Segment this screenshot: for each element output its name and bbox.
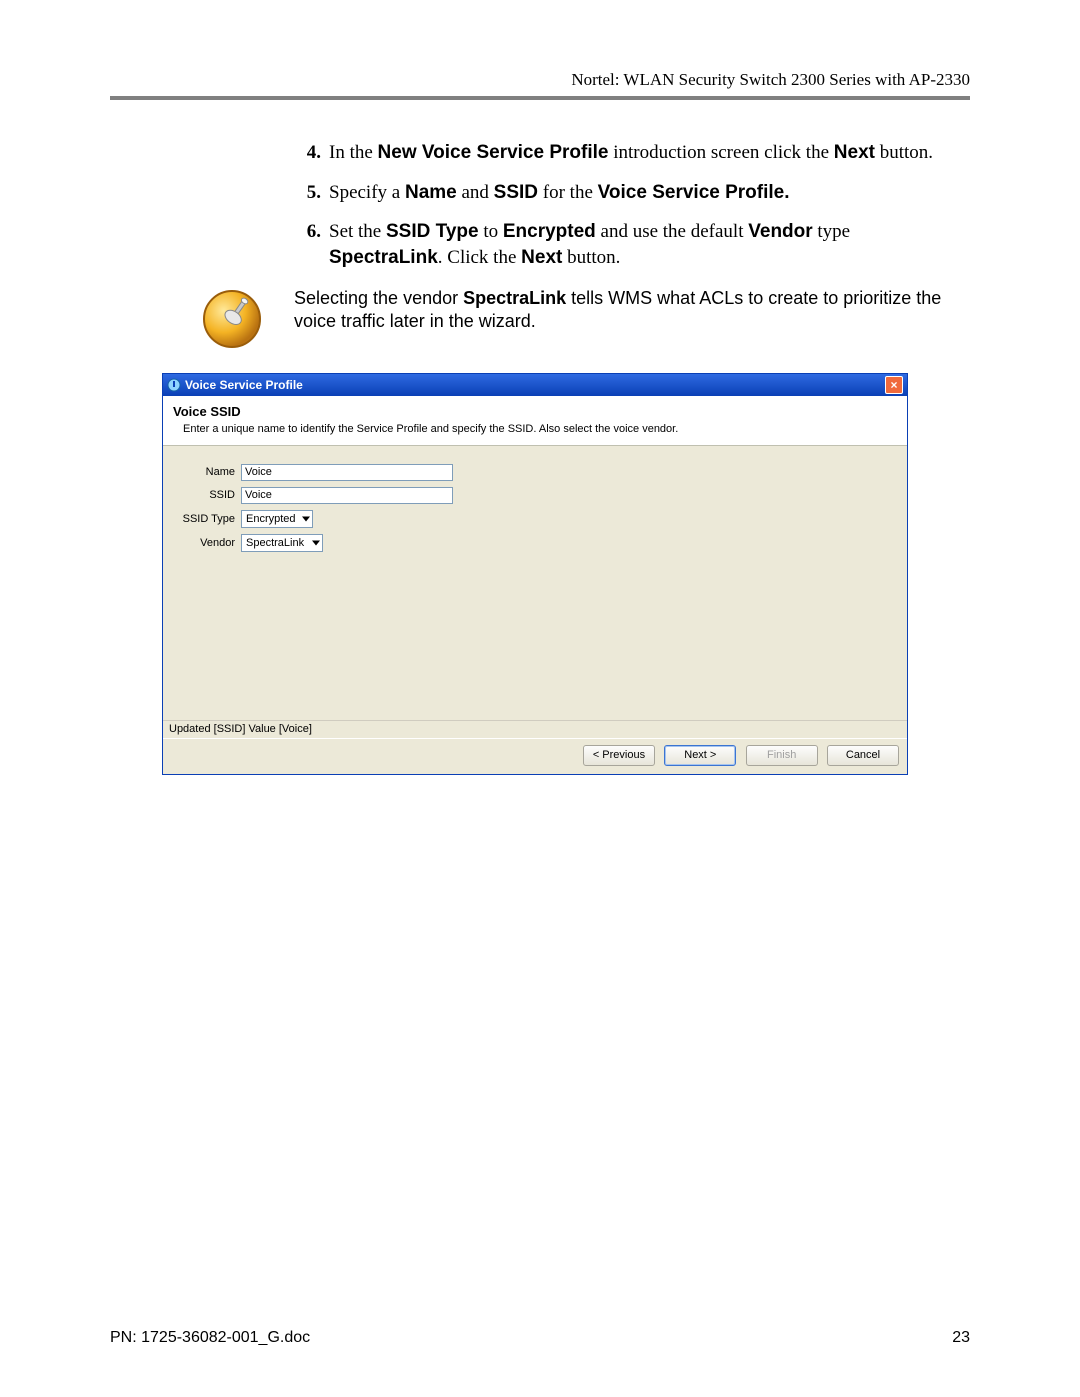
ssid-type-label: SSID Type	[177, 513, 241, 525]
dialog-description: Enter a unique name to identify the Serv…	[173, 423, 897, 435]
step-number: 6.	[295, 219, 329, 270]
step-number: 4.	[295, 140, 329, 166]
pushpin-icon	[200, 287, 264, 351]
finish-button[interactable]: Finish	[746, 745, 818, 766]
ssid-type-select[interactable]: Encrypted	[241, 510, 313, 528]
page-header: Nortel: WLAN Security Switch 2300 Series…	[110, 70, 970, 94]
form-row-vendor: Vendor SpectraLink	[177, 534, 893, 552]
ssid-label: SSID	[177, 489, 241, 501]
vendor-value: SpectraLink	[246, 537, 304, 549]
vendor-select[interactable]: SpectraLink	[241, 534, 323, 552]
dialog-body: Name SSID SSID Type Encrypted Vendor Spe…	[163, 446, 907, 720]
name-input[interactable]	[241, 464, 453, 481]
footer-pn: PN: 1725-36082-001_G.doc	[110, 1329, 310, 1347]
footer-page-number: 23	[952, 1329, 970, 1347]
header-rule	[110, 96, 970, 100]
name-label: Name	[177, 466, 241, 478]
chevron-down-icon	[312, 540, 320, 545]
note-row: Selecting the vendor SpectraLink tells W…	[200, 287, 950, 351]
dialog-status: Updated [SSID] Value [Voice]	[163, 720, 907, 738]
page-footer: PN: 1725-36082-001_G.doc 23	[110, 1329, 970, 1347]
form-row-ssid-type: SSID Type Encrypted	[177, 510, 893, 528]
cancel-button[interactable]: Cancel	[827, 745, 899, 766]
next-button[interactable]: Next >	[664, 745, 736, 766]
dialog-title-icon	[167, 378, 181, 392]
note-text: Selecting the vendor SpectraLink tells W…	[294, 287, 950, 334]
step-body: In the New Voice Service Profile introdu…	[329, 140, 950, 166]
dialog-header: Voice SSID Enter a unique name to identi…	[163, 396, 907, 446]
ssid-type-value: Encrypted	[246, 513, 296, 525]
dialog-heading: Voice SSID	[173, 404, 897, 419]
voice-service-profile-dialog: Voice Service Profile × Voice SSID Enter…	[162, 373, 908, 775]
step-5: 5. Specify a Name and SSID for the Voice…	[295, 180, 950, 206]
ssid-input[interactable]	[241, 487, 453, 504]
step-number: 5.	[295, 180, 329, 206]
form-row-ssid: SSID	[177, 487, 893, 504]
dialog-titlebar: Voice Service Profile ×	[163, 374, 907, 396]
page: Nortel: WLAN Security Switch 2300 Series…	[0, 0, 1080, 1397]
dialog-title: Voice Service Profile	[185, 378, 303, 392]
dialog-button-row: < Previous Next > Finish Cancel	[163, 738, 907, 774]
chevron-down-icon	[302, 516, 310, 521]
step-4: 4. In the New Voice Service Profile intr…	[295, 140, 950, 166]
steps-list: 4. In the New Voice Service Profile intr…	[295, 140, 950, 271]
close-button[interactable]: ×	[885, 376, 903, 394]
form-row-name: Name	[177, 464, 893, 481]
step-body: Specify a Name and SSID for the Voice Se…	[329, 180, 950, 206]
previous-button[interactable]: < Previous	[583, 745, 655, 766]
step-body: Set the SSID Type to Encrypted and use t…	[329, 219, 950, 270]
vendor-label: Vendor	[177, 537, 241, 549]
step-6: 6. Set the SSID Type to Encrypted and us…	[295, 219, 950, 270]
